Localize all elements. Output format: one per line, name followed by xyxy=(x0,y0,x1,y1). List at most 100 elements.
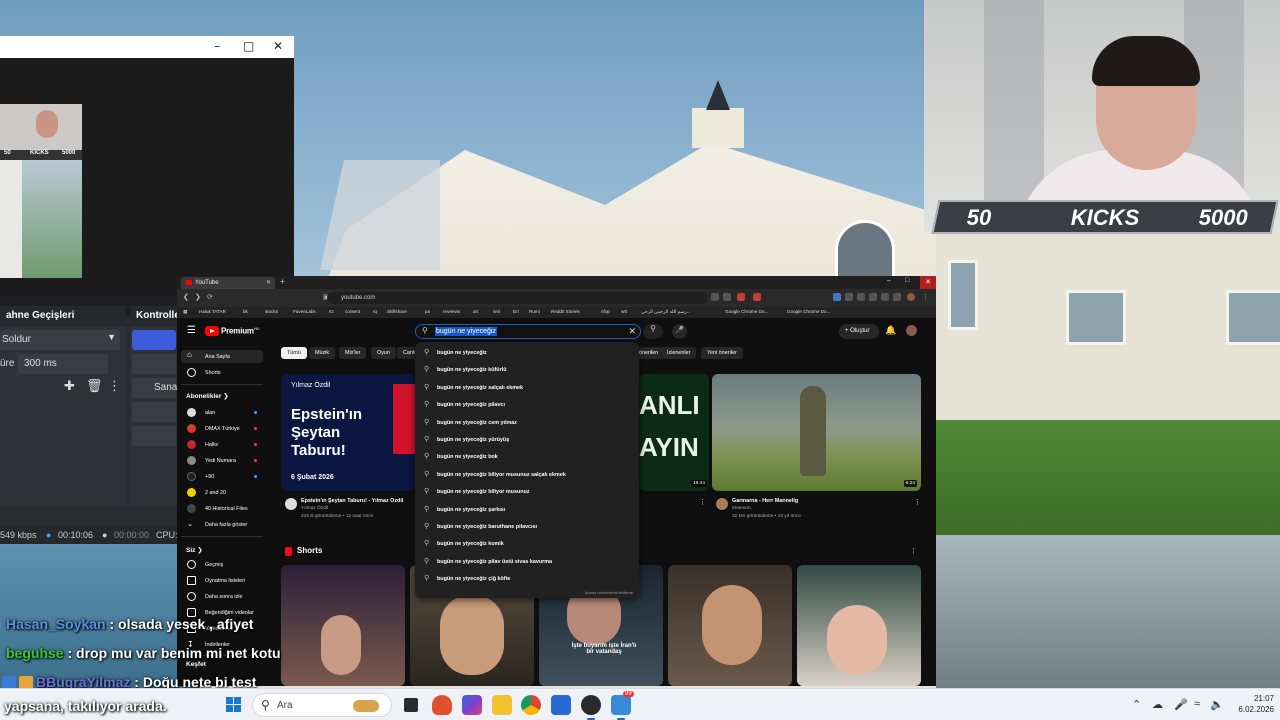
more-icon[interactable]: ⋮ xyxy=(108,378,121,394)
wifi-icon[interactable]: ≈ xyxy=(1194,698,1200,710)
bookmark[interactable]: Reddit Stories xyxy=(551,309,580,314)
sidebar-subscription[interactable]: Halkv xyxy=(181,438,263,451)
more-options-icon[interactable]: ⋮ xyxy=(910,547,917,555)
chip-new[interactable]: Yeni öneriler xyxy=(701,347,743,359)
apps-icon[interactable]: ▦ xyxy=(183,309,187,315)
start-recording-button[interactable] xyxy=(132,354,176,374)
bookmark[interactable]: rq xyxy=(373,309,377,314)
search-input[interactable]: ⚲ bugün ne yiyeceğiz ✕ xyxy=(415,324,641,339)
video-title[interactable]: Garmarna - Herr Mannelig xyxy=(732,498,902,504)
sidebar-subscription[interactable]: Yedi Numara xyxy=(181,454,263,467)
bookmark[interactable]: stocks xyxy=(265,309,278,314)
tab-youtube[interactable]: YouTube ✕ xyxy=(181,277,275,289)
snipping-tool-icon[interactable] xyxy=(551,695,571,715)
duration-input[interactable]: 300 ms xyxy=(18,354,108,374)
bookmark[interactable]: IG xyxy=(329,309,334,314)
suggestion-item[interactable]: ⚲ bugün ne yiyeceğiz çiğ köfte xyxy=(415,570,639,587)
bookmark[interactable]: pa xyxy=(425,309,430,314)
chip-mixes[interactable]: Mix'ler xyxy=(339,347,367,359)
sidebar-item-home[interactable]: ⌂ Ana Sayfa xyxy=(181,350,263,363)
settings-button[interactable] xyxy=(132,426,176,446)
minimize-button[interactable]: – xyxy=(887,277,891,284)
channel-name[interactable]: Yılmaz Özdil xyxy=(301,506,328,511)
sidebar-item-watch-later[interactable]: Daha sonra izle xyxy=(181,590,263,603)
chip-watched[interactable]: İzlenenler xyxy=(661,347,697,359)
report-predictions-link[interactable]: Arama tahminlerini bildirme xyxy=(585,590,633,595)
show-more-subscriptions[interactable]: ⌄ Daha fazla göster xyxy=(181,518,263,531)
chrome-icon[interactable] xyxy=(521,695,541,715)
sidebar-subscription[interactable]: 2 and 20 xyxy=(181,486,263,499)
extension-icon[interactable] xyxy=(893,293,901,301)
bookmark[interactable]: seli xyxy=(493,309,500,314)
video-title[interactable]: Epstein'ın Şeytan Taburu! - Yılmaz Özdil xyxy=(301,498,421,504)
extension-icon[interactable] xyxy=(845,293,853,301)
search-button[interactable]: ⚲ xyxy=(643,324,663,339)
suggestion-item[interactable]: ⚲ bugün ne yiyeceğiz şarkısı xyxy=(415,501,639,518)
microphone-icon[interactable]: 🎤 xyxy=(672,324,687,339)
obs-preview[interactable]: 50 KICKS 5000 xyxy=(0,58,294,296)
minimize-button[interactable]: – xyxy=(214,39,220,53)
cloud-icon[interactable]: ☁ xyxy=(1152,698,1163,711)
bookmark[interactable]: nfop xyxy=(601,309,610,314)
transition-select[interactable]: Soldur ▼ xyxy=(0,330,120,350)
channel-name[interactable]: Mnemon xyxy=(732,506,751,511)
chip-all[interactable]: Tümü xyxy=(281,347,307,359)
bookmark[interactable]: Haluk TATAR xyxy=(199,309,226,314)
channel-avatar[interactable] xyxy=(285,498,297,510)
close-tab-icon[interactable]: ✕ xyxy=(266,279,271,286)
extension-icon[interactable] xyxy=(833,293,841,301)
video-thumbnail[interactable]: ANLI AYIN 19:44 xyxy=(639,374,709,491)
sidebar-subscription[interactable]: alan xyxy=(181,406,263,419)
clear-search-icon[interactable]: ✕ xyxy=(628,326,636,337)
reload-icon[interactable]: ⟳ xyxy=(207,293,213,301)
suggestion-item[interactable]: ⚲ bugün ne yiyeceğiz baruthane pilavcısı xyxy=(415,518,639,535)
notifications-bell-icon[interactable]: 🔔 xyxy=(885,325,896,336)
extension-icon[interactable] xyxy=(723,293,731,301)
bookmark[interactable]: Google Chrome Do... xyxy=(725,309,768,314)
bookmark[interactable]: FaveeLabs xyxy=(293,309,316,314)
more-options-icon[interactable]: ⋮ xyxy=(699,498,706,506)
taskbar-search[interactable]: ⚲ Ara xyxy=(252,693,392,717)
suggestion-item[interactable]: ⚲ bugün ne yiyeceğiz biliyor musunuz xyxy=(415,483,639,500)
video-thumbnail[interactable]: 6:24 xyxy=(712,374,921,491)
maximize-button[interactable]: □ xyxy=(243,39,254,53)
system-clock[interactable]: 21:07 6.02.2026 xyxy=(1230,693,1274,715)
suggestion-item[interactable]: ⚲ bugün ne yiyeceğiz pilavcı xyxy=(415,396,639,413)
short-card[interactable] xyxy=(797,565,921,686)
suggestion-item[interactable]: ⚲ bugün ne yiyeceğiz salçalı ekmek xyxy=(415,379,639,396)
sidebar-subscription[interactable]: +90 xyxy=(181,470,263,483)
close-window-button[interactable]: ✕ xyxy=(920,276,936,289)
sidebar-item-history[interactable]: Geçmiş xyxy=(181,558,263,571)
youtube-logo-icon[interactable] xyxy=(205,326,219,336)
channel-avatar[interactable] xyxy=(716,498,728,510)
bookmark[interactable]: wtt xyxy=(621,309,627,314)
chevron-up-icon[interactable]: ⌃ xyxy=(1132,698,1141,711)
bookmark[interactable]: Rumi xyxy=(529,309,540,314)
chip-music[interactable]: Müzik xyxy=(309,347,336,359)
profile-icon[interactable] xyxy=(907,293,915,301)
bookmark[interactable]: رسم الله الرحمن الرحي... xyxy=(641,309,691,315)
obs-icon[interactable] xyxy=(581,695,601,720)
suggestion-item[interactable]: ⚲ bugün ne yiyeceğiz pilav üstü sivas kav… xyxy=(415,553,639,570)
sidebar-item-playlists[interactable]: Oynatma listeleri xyxy=(181,574,263,587)
brave-browser-icon[interactable] xyxy=(432,695,452,715)
close-button[interactable]: ✕ xyxy=(273,39,283,53)
trash-icon[interactable]: 🗑 xyxy=(86,378,103,394)
account-avatar[interactable] xyxy=(906,325,917,336)
microphone-icon[interactable]: 🎤 xyxy=(1174,698,1188,711)
bookmark[interactable]: bk xyxy=(243,309,248,314)
address-bar[interactable]: youtube.com xyxy=(327,292,707,304)
start-streaming-button[interactable] xyxy=(132,330,176,350)
short-card[interactable] xyxy=(668,565,792,686)
file-explorer-icon[interactable] xyxy=(492,695,512,715)
bookmark[interactable]: Skillshare xyxy=(387,309,407,314)
studio-mode-button[interactable] xyxy=(132,402,176,422)
more-options-icon[interactable]: ⋮ xyxy=(914,498,921,506)
hamburger-menu-icon[interactable]: ☰ xyxy=(187,325,196,336)
suggestion-item[interactable]: ⚲ bugün ne yiyeceğiz küfürlü xyxy=(415,361,639,378)
forward-icon[interactable]: ❯ xyxy=(195,293,201,301)
subscriptions-header[interactable]: Abonelikler ❯ xyxy=(186,392,229,400)
suggestion-item[interactable]: ⚲ bugün ne yiyeceğiz biliyor musunuz salç… xyxy=(415,466,639,483)
suggestion-item[interactable]: ⚲ bugün ne yiyeceğiz cem yılmaz xyxy=(415,414,639,431)
suggestion-item[interactable]: ⚲ bugün ne yiyeceğiz komik xyxy=(415,535,639,552)
